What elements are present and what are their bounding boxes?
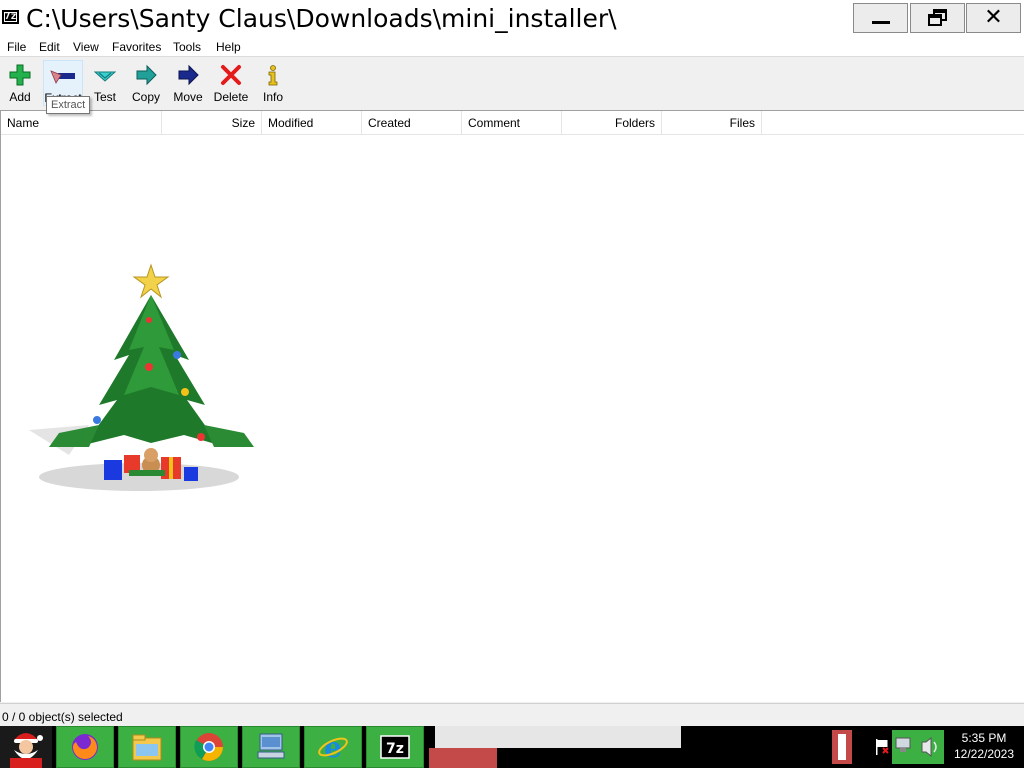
test-label: Test — [93, 90, 116, 104]
column-header-name[interactable]: Name — [1, 111, 162, 135]
move-button[interactable]: Move — [170, 60, 206, 106]
title-bar[interactable]: 7z C:\Users\Santy Claus\Downloads\mini_i… — [0, 0, 1024, 38]
taskbar-control-panel-button[interactable] — [242, 726, 300, 768]
status-bar: 0 / 0 object(s) selected — [0, 703, 1024, 726]
tray-network-volume-area[interactable] — [892, 730, 944, 764]
window-title: C:\Users\Santy Claus\Downloads\mini_inst… — [26, 4, 617, 33]
chrome-icon — [194, 733, 223, 761]
taskbar-7zip-button[interactable]: 7z — [366, 726, 424, 768]
santa-start-icon — [10, 733, 43, 768]
7zip-app-icon[interactable]: 7z — [2, 10, 19, 24]
test-checkmark-icon — [94, 71, 116, 82]
firefox-icon — [72, 734, 98, 760]
restore-icon — [927, 9, 949, 27]
taskbar-clock[interactable]: 5:35 PM 12/22/2023 — [944, 730, 1024, 762]
toolbar: Add Extract Test Copy Move — [0, 58, 1024, 108]
taskbar-ie-button[interactable]: e — [304, 726, 362, 768]
7zip-icon: 7z — [380, 735, 410, 759]
control-panel-icon — [257, 733, 285, 759]
start-button[interactable] — [0, 726, 52, 768]
info-label: Info — [262, 90, 283, 104]
taskbar-chrome-button[interactable] — [180, 726, 238, 768]
add-button[interactable]: Add — [4, 60, 36, 106]
test-button[interactable]: Test — [90, 60, 120, 106]
copy-arrow-icon — [136, 64, 157, 86]
column-header-comment[interactable]: Comment — [462, 111, 562, 135]
file-explorer-icon — [132, 734, 162, 761]
clock-time: 5:35 PM — [961, 731, 1007, 745]
app-window: 7z C:\Users\Santy Claus\Downloads\mini_i… — [0, 0, 1024, 726]
taskbar-red-block — [429, 748, 497, 768]
column-header-files[interactable]: Files — [662, 111, 762, 135]
christmas-tree-image — [29, 263, 254, 491]
system-tray[interactable] — [832, 726, 944, 768]
extract-tooltip: Extract — [46, 96, 91, 114]
internet-explorer-icon: e — [318, 731, 348, 764]
copy-button[interactable]: Copy — [128, 60, 164, 106]
column-headers: Name Size Modified Created Comment Folde… — [1, 111, 1024, 135]
svg-text:7z: 7z — [386, 741, 404, 757]
clock-date: 12/22/2023 — [953, 747, 1015, 761]
column-header-folders[interactable]: Folders — [562, 111, 662, 135]
menu-file[interactable]: File — [7, 40, 26, 54]
info-button[interactable]: Info — [258, 60, 288, 106]
minimize-icon — [871, 20, 890, 24]
add-label: Add — [9, 90, 31, 104]
extract-icon — [50, 70, 75, 84]
move-arrow-icon — [178, 64, 199, 86]
network-volume-icon — [895, 736, 937, 758]
taskbar: e 7z 5:35 PM 12/22/2023 — [0, 726, 1024, 768]
menu-view[interactable]: View — [73, 40, 99, 54]
add-icon — [9, 64, 31, 86]
copy-label: Copy — [131, 90, 160, 104]
column-header-modified[interactable]: Modified — [262, 111, 362, 135]
close-button[interactable]: ✕ — [966, 3, 1021, 33]
menu-bar: File Edit View Favorites Tools Help — [0, 38, 1024, 57]
taskbar-explorer-button[interactable] — [118, 726, 176, 768]
delete-button[interactable]: Delete — [211, 60, 251, 106]
tray-white-block — [838, 734, 846, 760]
info-icon — [268, 65, 278, 86]
menu-favorites[interactable]: Favorites — [112, 40, 161, 54]
delete-label: Delete — [213, 90, 249, 104]
menu-tools[interactable]: Tools — [173, 40, 201, 54]
column-header-created[interactable]: Created — [362, 111, 462, 135]
status-selection-text: 0 / 0 object(s) selected — [2, 710, 123, 724]
restore-button[interactable] — [910, 3, 965, 33]
column-header-size[interactable]: Size — [162, 111, 262, 135]
action-center-flag-icon[interactable] — [874, 738, 890, 756]
taskbar-firefox-button[interactable] — [56, 726, 114, 768]
menu-edit[interactable]: Edit — [39, 40, 60, 54]
delete-x-icon — [221, 65, 241, 85]
minimize-button[interactable] — [853, 3, 908, 33]
file-list-view[interactable]: Name Size Modified Created Comment Folde… — [0, 110, 1024, 702]
move-label: Move — [173, 90, 203, 104]
taskbar-strip — [435, 726, 681, 748]
svg-text:e: e — [324, 731, 342, 764]
close-icon: ✕ — [984, 5, 1003, 30]
menu-help[interactable]: Help — [216, 40, 241, 54]
